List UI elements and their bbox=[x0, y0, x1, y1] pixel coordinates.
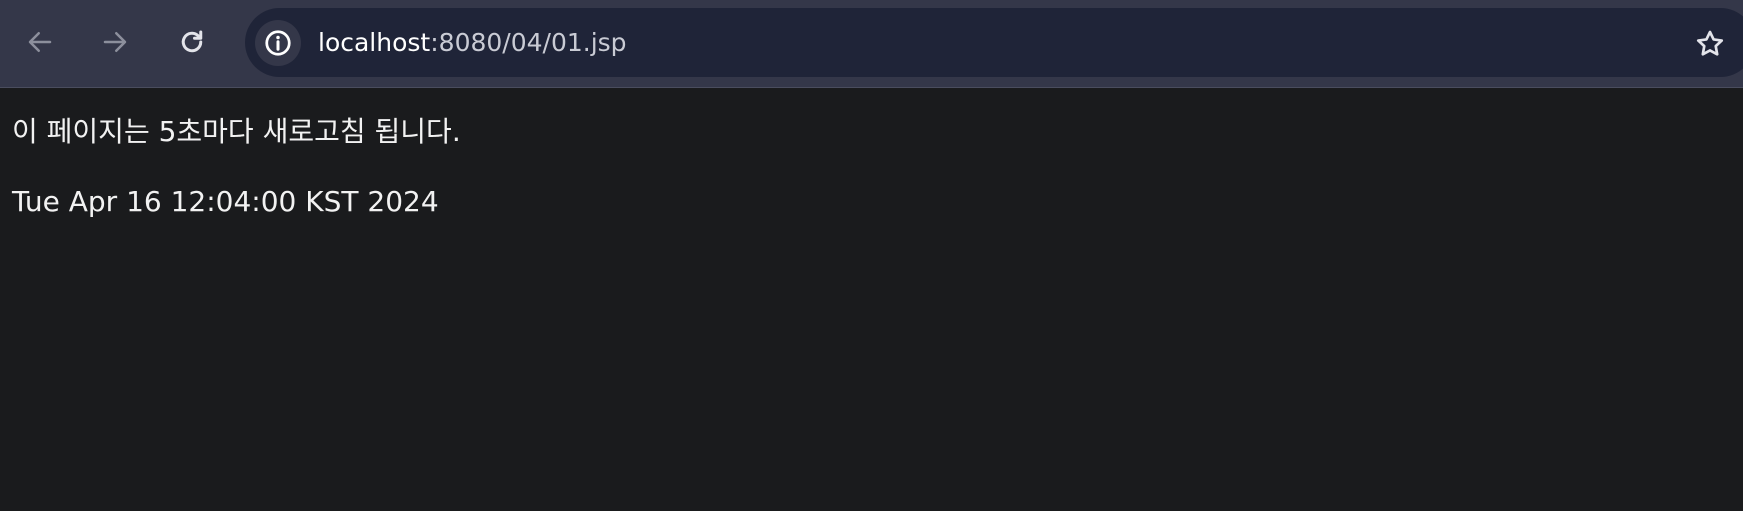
url-path: :8080/04/01.jsp bbox=[430, 28, 627, 57]
arrow-left-icon bbox=[28, 32, 52, 52]
browser-toolbar: localhost:8080/04/01.jsp bbox=[0, 0, 1743, 88]
forward-button[interactable] bbox=[93, 20, 137, 64]
url-host: localhost bbox=[318, 28, 431, 57]
bookmark-button[interactable] bbox=[1688, 22, 1732, 66]
refresh-notice: 이 페이지는 5초마다 새로고침 됩니다. bbox=[12, 115, 461, 148]
current-date: Tue Apr 16 12:04:00 KST 2024 bbox=[12, 185, 439, 218]
site-info-button[interactable] bbox=[255, 20, 301, 66]
url-text[interactable]: localhost:8080/04/01.jsp bbox=[318, 8, 627, 77]
address-bar[interactable]: localhost:8080/04/01.jsp bbox=[245, 8, 1743, 77]
info-icon bbox=[265, 30, 291, 56]
arrow-right-icon bbox=[103, 32, 127, 52]
star-icon bbox=[1696, 30, 1724, 56]
reload-button[interactable] bbox=[170, 20, 214, 64]
back-button[interactable] bbox=[18, 20, 62, 64]
reload-icon bbox=[181, 30, 203, 53]
